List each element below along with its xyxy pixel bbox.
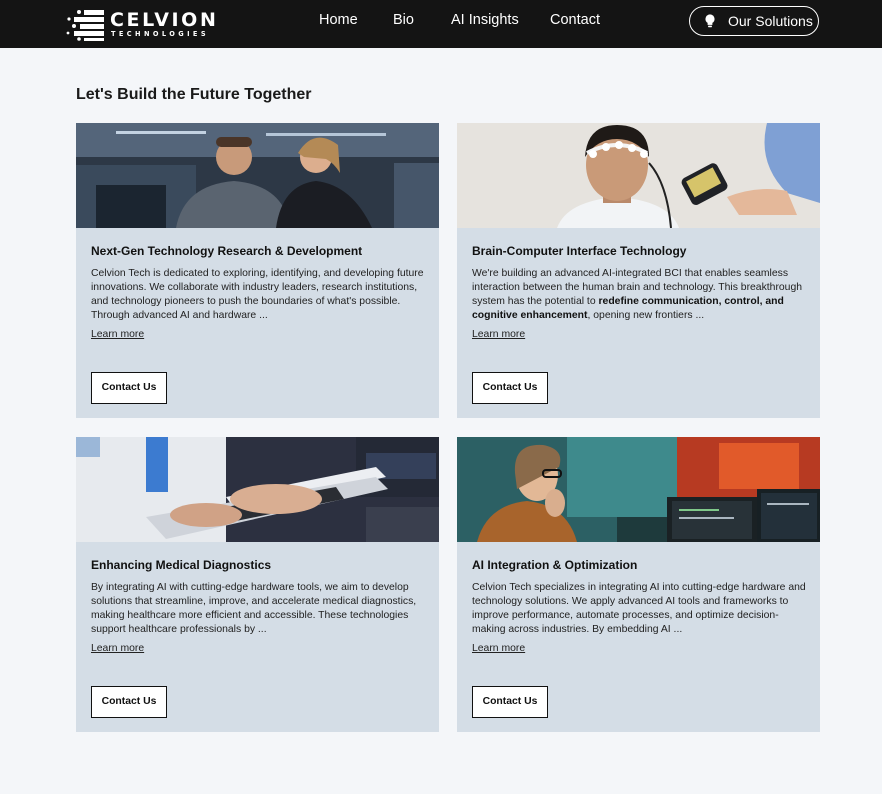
card-title: Brain-Computer Interface Technology (472, 244, 687, 258)
section-title: Let's Build the Future Together (76, 86, 312, 103)
nav-bio[interactable]: Bio (393, 12, 414, 28)
bci-headset-photo (457, 123, 820, 228)
contact-us-button[interactable]: Contact Us (91, 372, 167, 404)
card-title: Enhancing Medical Diagnostics (91, 558, 272, 572)
celvion-logo[interactable]: CELVION TECHNOLOGIES (66, 8, 216, 42)
card-title: Next-Gen Technology Research & Developme… (91, 244, 363, 258)
logo-mark-icon (66, 10, 104, 41)
card-medical: Enhancing Medical Diagnostics By integra… (76, 437, 439, 732)
our-solutions-button[interactable]: Our Solutions (689, 6, 819, 36)
contact-us-button[interactable]: Contact Us (91, 686, 167, 718)
doctor-laptop-photo (76, 437, 439, 542)
our-solutions-label: Our Solutions (728, 13, 813, 29)
engineer-monitors-photo (457, 437, 820, 542)
logo-wordmark: CELVION (110, 9, 219, 31)
learn-more-link[interactable]: Learn more (472, 329, 525, 340)
lightbulb-icon (705, 14, 715, 28)
card-title: AI Integration & Optimization (472, 558, 638, 572)
learn-more-link[interactable]: Learn more (91, 329, 144, 340)
logo-subtitle: TECHNOLOGIES (111, 30, 209, 38)
nav-ai-insights[interactable]: AI Insights (451, 12, 519, 28)
card-research: Next-Gen Technology Research & Developme… (76, 123, 439, 418)
researchers-photo (76, 123, 439, 228)
nav-contact[interactable]: Contact (550, 12, 600, 28)
top-navbar: CELVION TECHNOLOGIES Home Bio AI Insight… (0, 0, 882, 48)
contact-us-button[interactable]: Contact Us (472, 372, 548, 404)
learn-more-link[interactable]: Learn more (91, 643, 144, 654)
contact-us-button[interactable]: Contact Us (472, 686, 548, 718)
card-bci: Brain-Computer Interface Technology We'r… (457, 123, 820, 418)
card-description: Celvion Tech specializes in integrating … (472, 582, 806, 635)
card-description: By integrating AI with cutting-edge hard… (91, 582, 417, 635)
card-description: Celvion Tech is dedicated to exploring, … (91, 268, 424, 321)
nav-home[interactable]: Home (319, 12, 358, 28)
card-description: We're building an advanced AI-integrated… (472, 268, 803, 321)
card-ai-integration: AI Integration & Optimization Celvion Te… (457, 437, 820, 732)
learn-more-link[interactable]: Learn more (472, 643, 525, 654)
